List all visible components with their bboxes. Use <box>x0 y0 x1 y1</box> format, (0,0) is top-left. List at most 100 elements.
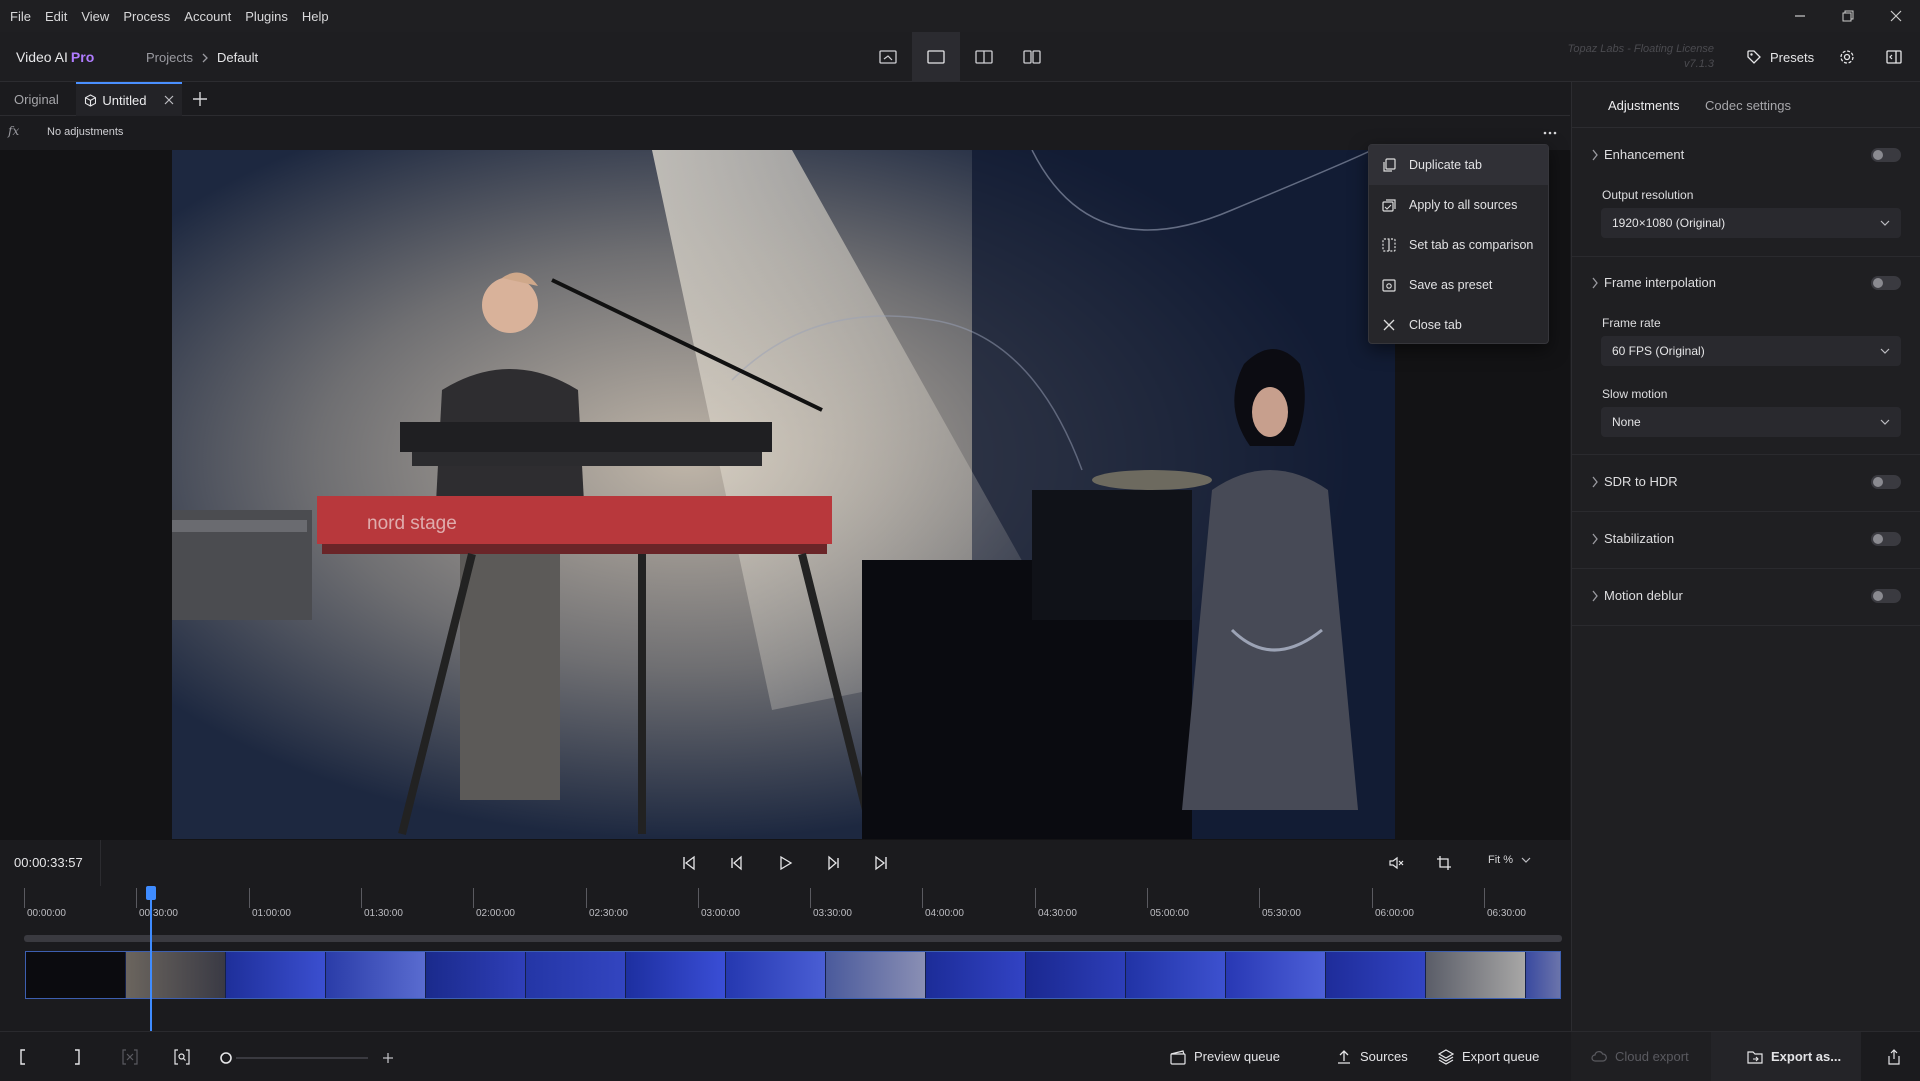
zoom-in-button[interactable] <box>380 1050 396 1066</box>
frame-interpolation-toggle[interactable] <box>1871 276 1901 290</box>
chevron-down-icon <box>1521 857 1531 863</box>
tab-adjustments[interactable]: Adjustments <box>1608 98 1680 113</box>
ruler-tick-label: 03:30:00 <box>813 908 852 919</box>
stabilization-toggle[interactable] <box>1871 532 1901 546</box>
mark-in-button[interactable] <box>18 1032 28 1081</box>
section-enhancement[interactable]: Enhancement <box>1572 144 1920 166</box>
next-frame-button[interactable] <box>817 848 849 878</box>
output-resolution-select[interactable]: 1920×1080 (Original) <box>1601 208 1901 238</box>
menu-save-preset-label: Save as preset <box>1409 278 1493 292</box>
tab-codec-settings[interactable]: Codec settings <box>1705 98 1791 113</box>
cloud-export-button[interactable]: Cloud export <box>1571 1032 1711 1081</box>
settings-button[interactable] <box>1827 40 1867 74</box>
view-original-icon <box>879 50 897 64</box>
add-tab-button[interactable] <box>188 88 212 110</box>
ruler-tick-label: 05:30:00 <box>1262 908 1301 919</box>
slow-motion-select[interactable]: None <box>1601 407 1901 437</box>
minimize-button[interactable] <box>1776 0 1824 32</box>
menu-account[interactable]: Account <box>177 9 238 24</box>
section-frame-interpolation[interactable]: Frame interpolation <box>1572 272 1920 294</box>
restore-button[interactable] <box>1824 0 1872 32</box>
thumbnail <box>626 952 726 998</box>
zoom-out-button[interactable] <box>218 1050 234 1066</box>
view-single-button[interactable] <box>912 32 960 82</box>
play-button[interactable] <box>769 848 801 878</box>
go-to-end-button[interactable] <box>865 848 897 878</box>
toggle-panel-button[interactable] <box>1874 40 1914 74</box>
playhead-handle[interactable] <box>146 886 156 900</box>
menu-plugins[interactable]: Plugins <box>238 9 295 24</box>
view-single-original-button[interactable] <box>864 32 912 82</box>
close-window-button[interactable] <box>1872 0 1920 32</box>
bracket-left-icon <box>20 1048 25 1065</box>
apply-all-icon <box>1382 199 1396 212</box>
menu-apply-all-label: Apply to all sources <box>1409 198 1518 212</box>
chevron-right-icon <box>1592 149 1598 161</box>
menu-edit[interactable]: Edit <box>38 9 74 24</box>
frame-rate-select[interactable]: 60 FPS (Original) <box>1601 336 1901 366</box>
presets-button[interactable]: Presets <box>1736 40 1824 74</box>
zoom-to-fit-button[interactable] <box>174 1032 190 1081</box>
motion-deblur-toggle[interactable] <box>1871 589 1901 603</box>
view-side-by-side-button[interactable] <box>1008 32 1056 82</box>
thumbnail <box>226 952 326 998</box>
timeline[interactable]: 00:00:00 00:30:00 01:00:00 01:30:00 02:00:00… <box>0 886 1570 1031</box>
view-split-button[interactable] <box>960 32 1008 82</box>
enhancement-toggle[interactable] <box>1871 148 1901 162</box>
menu-file[interactable]: File <box>3 9 38 24</box>
divider <box>1572 454 1920 455</box>
zoom-select[interactable]: Fit % <box>1488 854 1531 866</box>
tab-context-menu: Duplicate tab Apply to all sources Set t… <box>1368 144 1549 344</box>
ruler-tick <box>1147 888 1148 908</box>
timeline-scrollbar[interactable] <box>24 935 1562 942</box>
cloud-export-label: Cloud export <box>1615 1049 1689 1064</box>
previous-frame-button[interactable] <box>721 848 753 878</box>
share-button[interactable] <box>1886 1032 1902 1081</box>
timeline-zoom-slider[interactable] <box>236 1057 368 1059</box>
timecode: 00:00:33:57 <box>14 855 83 870</box>
fx-icon: fx <box>8 124 20 138</box>
sdr-to-hdr-toggle[interactable] <box>1871 475 1901 489</box>
export-as-button[interactable]: Export as... <box>1711 1032 1861 1081</box>
menu-view[interactable]: View <box>74 9 116 24</box>
playhead[interactable] <box>146 886 156 1031</box>
section-stabilization[interactable]: Stabilization <box>1572 528 1920 550</box>
share-icon <box>1888 1048 1900 1065</box>
preview-queue-button[interactable]: Preview queue <box>1170 1032 1280 1081</box>
section-sdr-to-hdr[interactable]: SDR to HDR <box>1572 471 1920 493</box>
menu-save-preset[interactable]: Save as preset <box>1369 265 1548 305</box>
ruler-tick-label: 00:00:00 <box>27 908 66 919</box>
menu-help[interactable]: Help <box>295 9 336 24</box>
menu-set-comparison-label: Set tab as comparison <box>1409 238 1534 252</box>
export-queue-button[interactable]: Export queue <box>1438 1032 1539 1081</box>
section-motion-deblur[interactable]: Motion deblur <box>1572 585 1920 607</box>
ruler-tick-label: 05:00:00 <box>1150 908 1189 919</box>
close-tab-icon[interactable] <box>164 95 174 105</box>
tab-untitled[interactable]: Untitled <box>76 82 182 116</box>
adjustments-panel: Adjustments Codec settings Enhancement O… <box>1571 82 1920 1031</box>
breadcrumb-default[interactable]: Default <box>217 50 258 65</box>
tab-original[interactable]: Original <box>0 82 73 116</box>
menu-process[interactable]: Process <box>116 9 177 24</box>
menu-apply-all-sources[interactable]: Apply to all sources <box>1369 185 1548 225</box>
thumbnail-filmstrip[interactable] <box>25 951 1561 999</box>
clear-marks-button[interactable] <box>122 1032 138 1081</box>
chevron-down-icon <box>1880 348 1890 354</box>
video-frame[interactable]: nord stage <box>172 150 1395 839</box>
zoom-label: Fit % <box>1488 854 1514 866</box>
timeline-ruler[interactable]: 00:00:00 00:30:00 01:00:00 01:30:00 02:00:00… <box>24 886 1562 926</box>
mute-button[interactable] <box>1380 848 1412 878</box>
tab-more-button[interactable] <box>1540 124 1560 142</box>
menu-duplicate-tab[interactable]: Duplicate tab <box>1369 145 1548 185</box>
mark-out-button[interactable] <box>72 1032 82 1081</box>
presets-label: Presets <box>1770 49 1815 65</box>
license-info: Topaz Labs - Floating License v7.1.3 <box>1568 42 1714 72</box>
menu-set-comparison[interactable]: Set tab as comparison <box>1369 225 1548 265</box>
crop-button[interactable] <box>1428 848 1460 878</box>
sources-button[interactable]: Sources <box>1336 1032 1408 1081</box>
chevron-right-icon <box>1592 590 1598 602</box>
breadcrumb-projects[interactable]: Projects <box>146 50 193 65</box>
menu-close-tab[interactable]: Close tab <box>1369 305 1548 345</box>
chevron-right-icon <box>202 53 208 62</box>
go-to-start-button[interactable] <box>673 848 705 878</box>
